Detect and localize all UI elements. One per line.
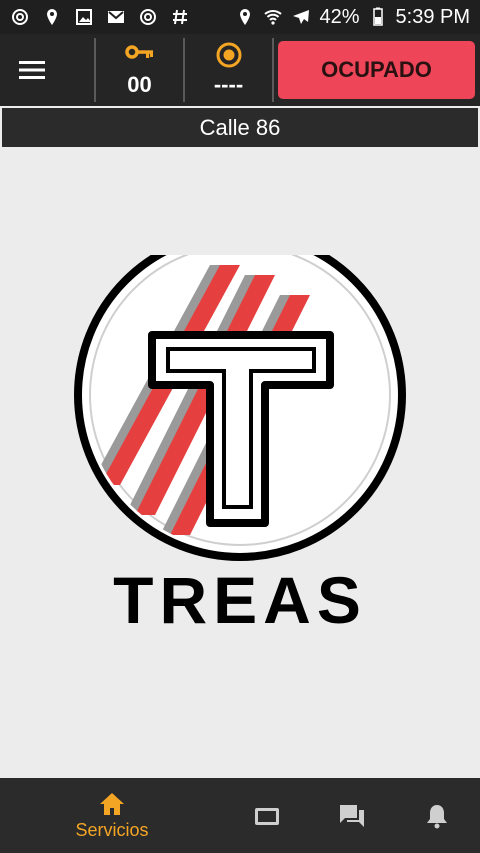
logo-wordmark: TREAS bbox=[113, 563, 367, 635]
hamburger-menu-button[interactable] bbox=[0, 38, 96, 102]
key-icon bbox=[124, 45, 153, 59]
sync-icon bbox=[10, 7, 30, 27]
target-value: ---- bbox=[213, 72, 244, 97]
wifi-icon bbox=[263, 7, 283, 27]
radio-target-icon bbox=[216, 42, 241, 68]
chat-icon bbox=[340, 804, 364, 827]
gmail-icon bbox=[106, 7, 126, 27]
street-name: Calle 86 bbox=[199, 114, 281, 140]
location-pin-icon bbox=[235, 7, 255, 27]
treas-logo: TREAS bbox=[74, 255, 406, 635]
target-status[interactable]: ---- bbox=[185, 38, 274, 102]
bottom-navigation: Servicios bbox=[0, 778, 480, 853]
tablet-icon bbox=[255, 807, 279, 825]
hash-icon bbox=[170, 7, 190, 27]
nav-notifications[interactable] bbox=[410, 778, 464, 853]
battery-percent: 42% bbox=[319, 5, 360, 28]
clock: 5:39 PM bbox=[395, 5, 470, 28]
status-bar: 42% 5:39 PM bbox=[0, 0, 480, 34]
bell-icon bbox=[427, 804, 447, 828]
ocupado-button[interactable]: OCUPADO bbox=[278, 41, 475, 99]
nav-tablet[interactable] bbox=[240, 778, 294, 853]
status-system: 42% 5:39 PM bbox=[235, 6, 470, 29]
hamburger-menu-icon bbox=[19, 61, 45, 79]
key-count: 00 bbox=[127, 72, 152, 97]
status-notifications bbox=[10, 7, 190, 27]
image-icon bbox=[74, 7, 94, 27]
nav-servicios-label: Servicios bbox=[75, 820, 149, 840]
nav-servicios[interactable]: Servicios bbox=[62, 778, 162, 853]
street-name-bar: Calle 86 bbox=[2, 108, 478, 147]
home-icon bbox=[100, 793, 124, 815]
battery-icon bbox=[368, 7, 388, 27]
top-toolbar: 00 ---- OCUPADO bbox=[0, 34, 480, 106]
location-pin-icon bbox=[42, 7, 62, 27]
keys-counter[interactable]: 00 bbox=[96, 38, 185, 102]
sync-icon bbox=[138, 7, 158, 27]
nav-chat[interactable] bbox=[325, 778, 379, 853]
airplane-icon bbox=[291, 7, 311, 27]
